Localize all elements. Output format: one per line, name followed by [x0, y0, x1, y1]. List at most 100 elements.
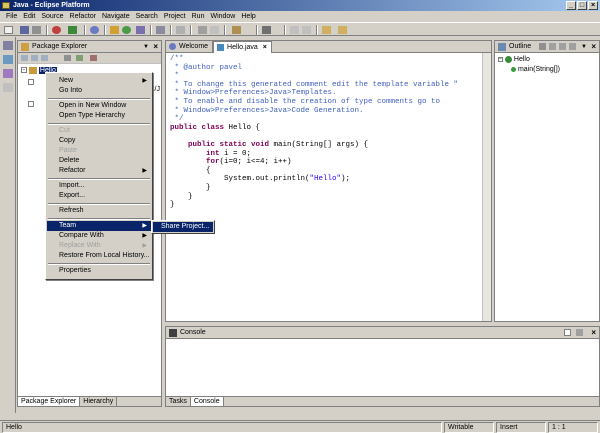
minimize-button[interactable]: _ — [566, 1, 576, 10]
tab-welcome[interactable]: Welcome — [166, 41, 214, 53]
open-type-icon[interactable] — [156, 26, 165, 34]
view-menu-icon[interactable]: ▼ — [581, 41, 587, 53]
menu-item-copy[interactable]: Copy — [47, 136, 151, 146]
hide-fields-icon[interactable] — [549, 43, 556, 50]
code-line: * To change this generated comment edit … — [170, 80, 459, 89]
forward-icon[interactable] — [338, 26, 347, 34]
tab-package-explorer[interactable]: Package Explorer — [18, 397, 81, 406]
new-icon[interactable] — [4, 26, 13, 34]
java-perspective-icon[interactable] — [3, 69, 13, 78]
code-string: "Hello" — [309, 175, 342, 184]
menu-refactor[interactable]: Refactor — [67, 11, 99, 22]
menu-file[interactable]: File — [3, 11, 20, 22]
code-line: * @author pavel — [170, 63, 243, 72]
tab-hierarchy[interactable]: Hierarchy — [80, 397, 118, 406]
filter-icon[interactable] — [90, 55, 97, 61]
tree-expander[interactable] — [28, 101, 34, 107]
menu-item-export[interactable]: Export... — [47, 191, 151, 201]
forward-icon[interactable] — [31, 55, 38, 61]
pin-icon[interactable] — [262, 26, 271, 34]
external-tools-icon[interactable] — [232, 26, 241, 34]
menu-help[interactable]: Help — [238, 11, 258, 22]
search-icon[interactable] — [176, 26, 185, 34]
outline-view: Outline ▼ × − Hello main(String[]) — [494, 40, 600, 322]
menu-search[interactable]: Search — [133, 11, 161, 22]
menu-item-delete[interactable]: Delete — [47, 156, 151, 166]
menu-item-label: Share Project... — [161, 223, 210, 230]
new-package-icon[interactable] — [110, 26, 119, 34]
outline-class-label: Hello — [513, 56, 530, 63]
run-icon[interactable] — [68, 26, 77, 34]
code-text: { — [170, 166, 211, 175]
close-icon[interactable]: × — [591, 327, 596, 339]
close-icon[interactable]: × — [153, 41, 158, 53]
code-text: Hello { — [224, 123, 261, 132]
save-icon[interactable] — [20, 26, 29, 34]
format-icon[interactable] — [210, 26, 219, 34]
next-annotation-icon[interactable] — [290, 26, 299, 34]
debug-icon[interactable] — [52, 26, 61, 34]
link-editor-icon[interactable] — [76, 55, 83, 61]
new-class-icon[interactable] — [122, 26, 131, 34]
scroll-lock-icon[interactable] — [576, 329, 583, 336]
new-java-project-icon[interactable] — [90, 26, 99, 34]
menu-project[interactable]: Project — [161, 11, 189, 22]
menu-item-label: Refactor — [59, 167, 86, 174]
menu-item-open-in-new-window[interactable]: Open in New Window — [47, 101, 151, 111]
tree-expander[interactable] — [28, 79, 34, 85]
print-icon[interactable] — [32, 26, 41, 34]
menu-item-import[interactable]: Import... — [47, 181, 151, 191]
collapse-all-icon[interactable] — [64, 55, 71, 61]
resource-perspective-icon[interactable] — [3, 55, 13, 64]
tab-console[interactable]: Console — [190, 397, 224, 406]
outline-item-method[interactable]: main(String[]) — [511, 65, 560, 74]
package-explorer-title: Package Explorer — [32, 43, 88, 50]
tab-tasks[interactable]: Tasks — [166, 397, 191, 406]
tab-hello-java[interactable]: Hello.java × — [213, 41, 272, 53]
menu-item-compare-with[interactable]: Compare With ▶ — [47, 231, 151, 241]
menu-item-new[interactable]: New ▶ — [47, 76, 151, 86]
close-tab-icon[interactable]: × — [263, 44, 267, 51]
new-interface-icon[interactable] — [136, 26, 145, 34]
hierarchy-perspective-icon[interactable] — [3, 83, 13, 92]
status-writable: Writable — [444, 422, 494, 433]
menu-item-refactor[interactable]: Refactor ▶ — [47, 166, 151, 176]
up-icon[interactable] — [41, 55, 48, 61]
menu-item-properties[interactable]: Properties — [47, 266, 151, 276]
menu-item-refresh[interactable]: Refresh — [47, 206, 151, 216]
back-icon[interactable] — [322, 26, 331, 34]
menu-item-team[interactable]: Team ▶ — [47, 221, 151, 231]
menu-item-open-type-hierarchy[interactable]: Open Type Hierarchy — [47, 111, 151, 121]
menu-source[interactable]: Source — [38, 11, 66, 22]
back-icon[interactable] — [21, 55, 28, 61]
submenu-arrow-icon: ▶ — [142, 233, 147, 239]
menu-item-go-into[interactable]: Go Into — [47, 86, 151, 96]
menu-navigate[interactable]: Navigate — [99, 11, 133, 22]
close-window-button[interactable]: × — [588, 1, 598, 10]
clear-console-icon[interactable] — [564, 329, 571, 336]
menu-item-label: Team — [59, 222, 77, 229]
open-perspective-icon[interactable] — [3, 41, 13, 50]
menu-item-restore-from-local-history[interactable]: Restore From Local History... — [47, 251, 151, 261]
prev-annotation-icon[interactable] — [302, 26, 311, 34]
context-menu: New ▶ Go Into Open in New Window Open Typ… — [45, 72, 153, 280]
outline-icon — [498, 43, 506, 51]
toggle-icon[interactable] — [198, 26, 207, 34]
sort-icon[interactable] — [539, 43, 546, 50]
hide-nonpublic-icon[interactable] — [569, 43, 576, 50]
menu-edit[interactable]: Edit — [20, 11, 38, 22]
hide-static-icon[interactable] — [559, 43, 566, 50]
view-menu-icon[interactable]: ▼ — [143, 41, 149, 53]
menu-item-share-project[interactable]: Share Project... — [153, 222, 213, 232]
menu-run[interactable]: Run — [189, 11, 208, 22]
menu-item-label: Delete — [59, 157, 80, 164]
editor-area: Welcome Hello.java × /** * @author pavel… — [165, 40, 492, 322]
editor-vertical-scrollbar[interactable] — [482, 53, 491, 321]
code-editor[interactable]: /** * @author pavel * * To change this g… — [170, 55, 458, 210]
menu-window[interactable]: Window — [207, 11, 238, 22]
outline-item-class[interactable]: − Hello — [498, 55, 530, 64]
close-icon[interactable]: × — [591, 41, 596, 53]
main-toolbar — [0, 22, 600, 36]
maximize-button[interactable]: □ — [577, 1, 587, 10]
eclipse-app-icon — [2, 2, 10, 9]
